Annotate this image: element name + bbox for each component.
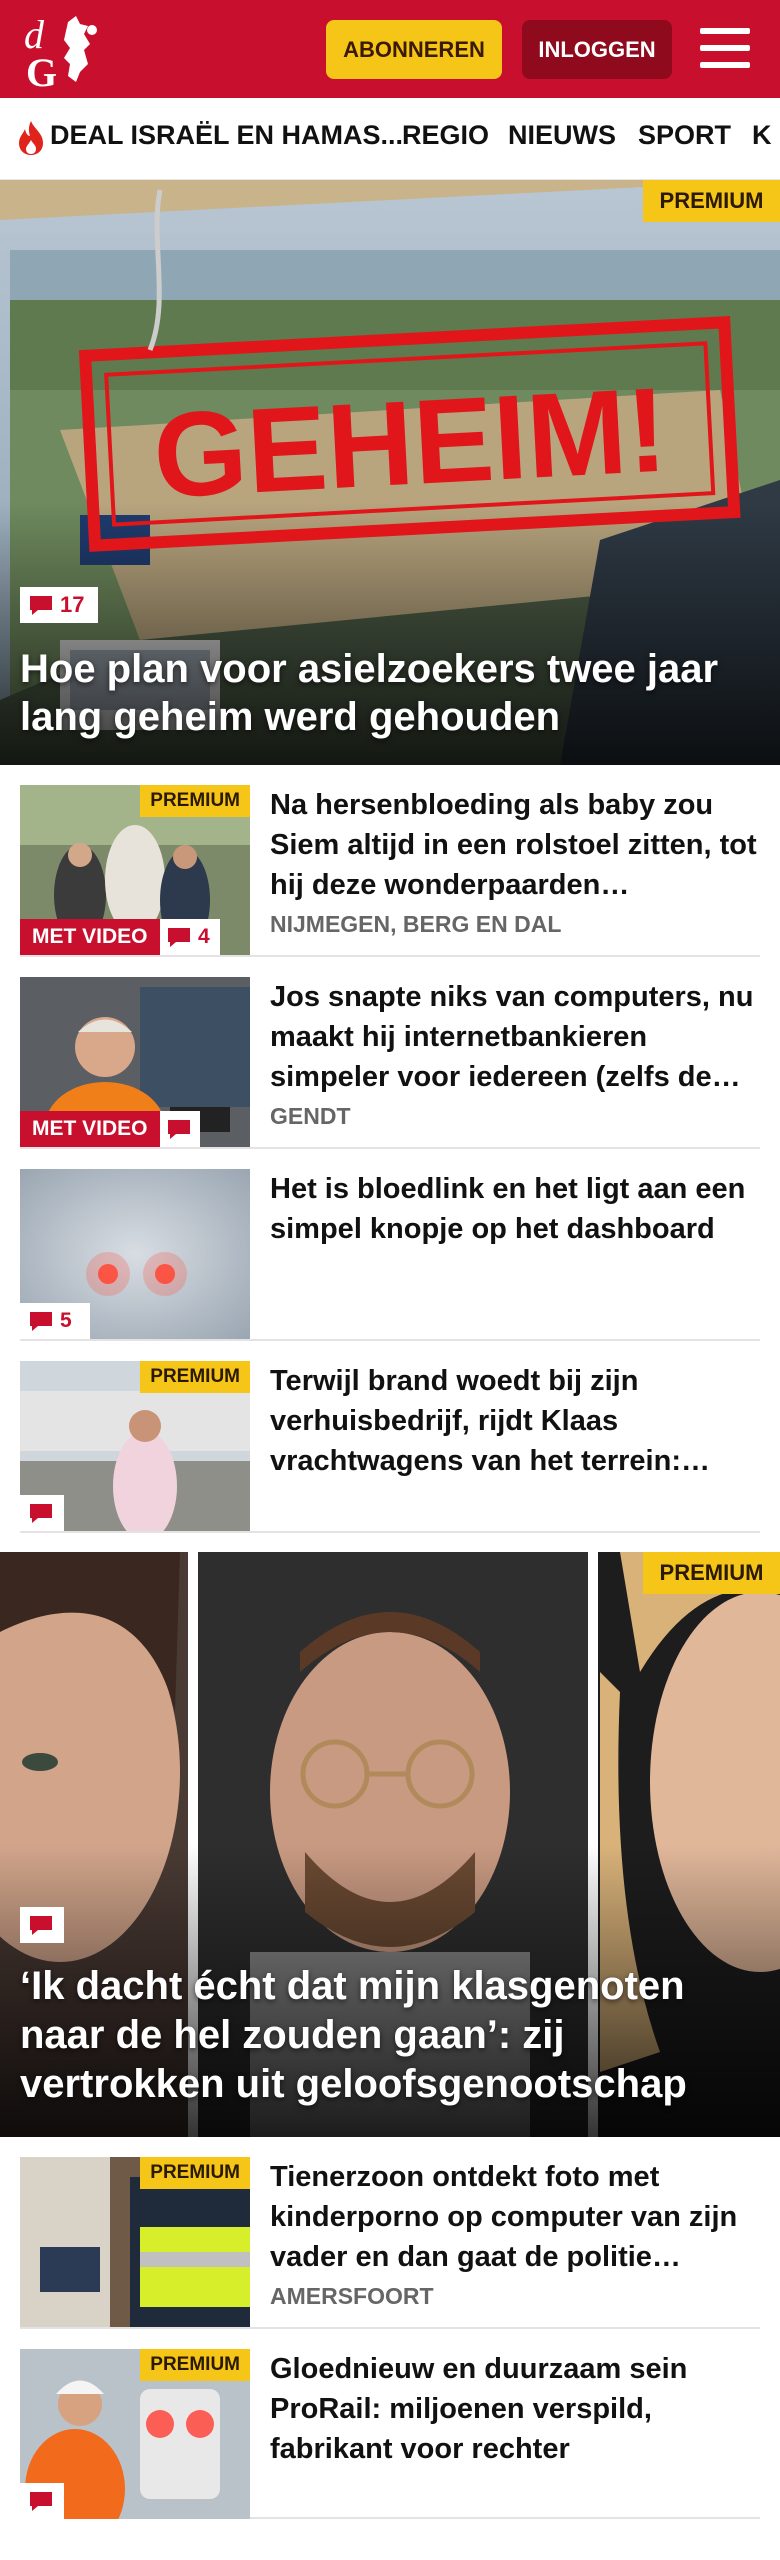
- comment-icon: [30, 2492, 52, 2511]
- article-thumbnail: 5: [20, 1169, 250, 1339]
- comment-icon: [30, 596, 52, 615]
- nav-item-more[interactable]: K: [752, 120, 772, 151]
- comment-button[interactable]: [20, 2483, 64, 2519]
- subscribe-button[interactable]: ABONNEREN: [326, 20, 502, 79]
- list-item[interactable]: PREMIUM Gloednieuw en duurzaam sein ProR…: [20, 2329, 760, 2519]
- nav-item-deal-israel[interactable]: DEAL ISRAËL EN HAMAS...: [50, 120, 403, 151]
- feature-article[interactable]: PREMIUM ‘Ik dacht écht dat mijn klasgeno…: [0, 1552, 780, 2137]
- article-title[interactable]: Het is bloedlink en het ligt aan een sim…: [270, 1169, 760, 1249]
- comment-count[interactable]: 4: [160, 919, 220, 955]
- nav-item-sport[interactable]: SPORT: [638, 120, 731, 151]
- comment-button[interactable]: [20, 1907, 64, 1943]
- list-item[interactable]: MET VIDEO Jos snapte niks van computers,…: [20, 957, 760, 1149]
- nav-item-regio[interactable]: REGIO: [402, 120, 489, 151]
- premium-badge: PREMIUM: [643, 1552, 780, 1594]
- flame-icon: [19, 121, 43, 155]
- article-title[interactable]: Terwijl brand woedt bij zijn verhuisbedr…: [270, 1361, 760, 1481]
- article-thumbnail: PREMIUM MET VIDEO 4: [20, 785, 250, 955]
- article-location: NIJMEGEN, BERG EN DAL: [270, 911, 562, 937]
- login-button[interactable]: INLOGGEN: [522, 20, 672, 79]
- list-item[interactable]: PREMIUM MET VIDEO 4 Na hersenbloeding al…: [20, 765, 760, 957]
- comment-button[interactable]: [20, 1495, 64, 1531]
- article-title[interactable]: Na hersenbloeding als baby zou Siem alti…: [270, 785, 760, 905]
- article-thumbnail: PREMIUM: [20, 2157, 250, 2327]
- svg-text:G: G: [26, 50, 57, 90]
- article-thumbnail: MET VIDEO: [20, 977, 250, 1147]
- comment-count[interactable]: 5: [20, 1303, 90, 1339]
- article-title[interactable]: Jos snapte niks van computers, nu maakt …: [270, 977, 760, 1097]
- menu-icon[interactable]: [700, 26, 750, 70]
- article-title[interactable]: Tienerzoon ontdekt foto met kinderporno …: [270, 2157, 760, 2277]
- list-item[interactable]: PREMIUM Terwijl brand woedt bij zijn ver…: [20, 1341, 760, 1533]
- section-nav: DEAL ISRAËL EN HAMAS... REGIO NIEUWS SPO…: [0, 98, 780, 180]
- nav-item-nieuws[interactable]: NIEUWS: [508, 120, 616, 151]
- comment-icon: [168, 928, 190, 947]
- comment-count-value: 4: [198, 925, 210, 948]
- article-thumbnail: PREMIUM: [20, 1361, 250, 1531]
- list-item[interactable]: PREMIUM Tienerzoon ontdekt foto met kind…: [20, 2137, 760, 2329]
- hero-title[interactable]: Hoe plan voor asielzoekers twee jaar lan…: [20, 645, 760, 741]
- premium-badge: PREMIUM: [140, 2157, 250, 2189]
- comment-icon: [30, 1916, 52, 1935]
- comment-icon: [30, 1312, 52, 1331]
- site-logo[interactable]: d G: [20, 10, 120, 90]
- list-item[interactable]: 5 Het is bloedlink en het ligt aan een s…: [20, 1149, 760, 1341]
- comment-count-value: 17: [60, 592, 85, 617]
- site-header: d G ABONNEREN INLOGGEN: [0, 0, 780, 98]
- feature-title[interactable]: ‘Ik dacht écht dat mijn klasgenoten naar…: [20, 1962, 760, 2109]
- video-badge: MET VIDEO: [20, 1111, 160, 1147]
- premium-badge: PREMIUM: [140, 785, 250, 817]
- article-title[interactable]: Gloednieuw en duurzaam sein ProRail: mil…: [270, 2349, 760, 2469]
- comment-icon: [168, 1120, 190, 1139]
- premium-badge: PREMIUM: [643, 180, 780, 222]
- comment-button[interactable]: [160, 1111, 200, 1147]
- comment-count-value: 5: [60, 1309, 72, 1332]
- premium-badge: PREMIUM: [140, 2349, 250, 2381]
- video-badge: MET VIDEO: [20, 919, 160, 955]
- article-location: GENDT: [270, 1103, 351, 1129]
- article-location: AMERSFOORT: [270, 2283, 434, 2309]
- svg-text:GEHEIM!: GEHEIM!: [150, 363, 670, 524]
- comment-icon: [30, 1504, 52, 1523]
- comment-count[interactable]: 17: [20, 587, 98, 623]
- article-thumbnail: PREMIUM: [20, 2349, 250, 2519]
- premium-badge: PREMIUM: [140, 1361, 250, 1393]
- hero-article[interactable]: GEHEIM! PREMIUM 17 Hoe plan voor asielzo…: [0, 180, 780, 765]
